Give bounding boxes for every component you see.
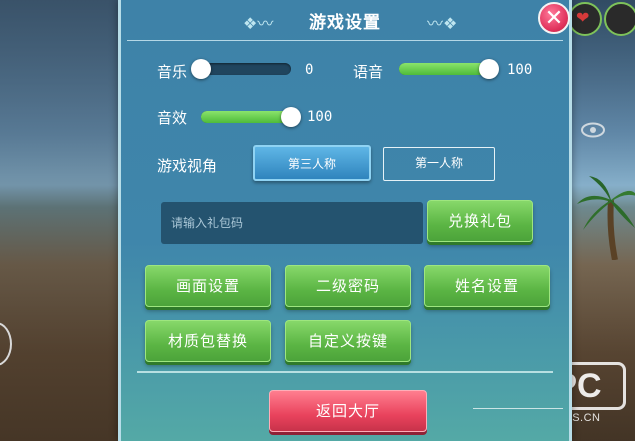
title-divider [127,40,563,41]
custom-keys-button[interactable]: 自定义按键 [285,320,411,362]
sfx-slider-knob[interactable] [281,107,301,127]
view-label: 游戏视角 [157,157,218,175]
voice-value: 100 [507,62,533,78]
graphics-settings-button[interactable]: 画面设置 [145,265,271,307]
sfx-slider[interactable] [201,107,301,127]
third-person-button[interactable]: 第三人称 [253,145,371,181]
back-to-lobby-button[interactable]: 返回大厅 [269,390,427,432]
sfx-value: 100 [307,109,333,125]
music-slider[interactable] [191,59,291,79]
decorative-line [473,408,563,409]
second-password-button[interactable]: 二级密码 [285,265,411,307]
page-title: 游戏设置 [309,13,381,33]
music-slider-knob[interactable] [191,59,211,79]
gift-code-input[interactable]: 请输入礼包码 [161,202,423,244]
ornament-right-icon: 〰❖ [427,14,458,33]
hud-button[interactable] [604,2,635,36]
heart-icon: ❤ [576,8,590,27]
health-hud[interactable]: ❤ [568,2,602,36]
sfx-slider-fill [201,111,291,123]
close-button[interactable]: ✕ [538,2,570,34]
music-label: 音乐 [157,63,188,81]
music-value: 0 [305,62,314,78]
close-icon: ✕ [544,6,564,31]
redeem-gift-button[interactable]: 兑换礼包 [427,200,533,242]
voice-label: 语音 [353,63,384,81]
background-left [0,0,130,441]
texture-pack-button[interactable]: 材质包替换 [145,320,271,362]
eye-icon[interactable] [581,122,605,140]
voice-slider-fill [399,63,489,75]
bottom-divider [137,371,553,373]
settings-panel: ❖〰 游戏设置 〰❖ 音乐 0 语音 100 音效 100 游戏视角 第三人称 … [118,0,572,441]
name-settings-button[interactable]: 姓名设置 [424,265,550,307]
palm-tree [577,176,635,260]
voice-slider[interactable] [399,59,499,79]
title-bar: ❖〰 游戏设置 〰❖ [121,0,569,42]
sfx-label: 音效 [157,109,188,127]
voice-slider-knob[interactable] [479,59,499,79]
first-person-button[interactable]: 第一人称 [383,147,495,181]
